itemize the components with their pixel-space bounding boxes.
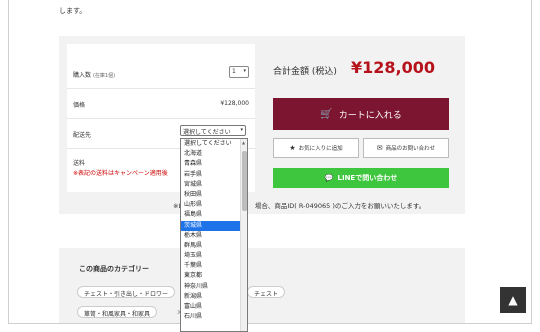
category-title: この商品のカテゴリー xyxy=(79,265,149,273)
dropdown-option[interactable]: 福島県 xyxy=(181,210,241,220)
favorite-label: お気に入りに追加 xyxy=(298,146,343,152)
category-section: この商品のカテゴリー チェスト・引き出し・ドロワー チェスト 箪笥・和風家具・和… xyxy=(59,248,465,323)
dropdown-option[interactable]: 東京都 xyxy=(181,271,241,281)
inquiry-label: 商品のお問い合わせ xyxy=(385,146,436,152)
quantity-value: 1 xyxy=(232,68,236,75)
dropdown-option[interactable]: 山形県 xyxy=(181,200,241,210)
qty-label: 購入数 xyxy=(73,72,92,79)
scroll-up-icon[interactable]: ▲ xyxy=(242,140,245,145)
divider xyxy=(67,118,255,119)
dropdown-option[interactable]: 富山県 xyxy=(181,302,241,312)
chip-label: チェスト xyxy=(254,291,279,298)
chip-label: チェスト・引き出し・ドロワー xyxy=(84,291,169,298)
inquiry-button[interactable]: ✉ 商品のお問い合わせ xyxy=(363,138,449,158)
category-chip[interactable]: チェスト・引き出し・ドロワー xyxy=(77,286,176,298)
dropdown-options: 選択してください 北海道 青森県 岩手県 宮城県 秋田県 山形県 福島県 茨城県 栃木県 群馬県 埼玉… xyxy=(181,139,247,322)
arrow-up-icon: ▲ xyxy=(508,293,518,307)
total-price: ¥128,000 xyxy=(351,58,436,77)
dropdown-option[interactable]: 青森県 xyxy=(181,159,241,169)
divider xyxy=(67,88,255,89)
page-frame: します。 購入数 (在庫1個) 1 ▾ 価格 ¥128,000 配送先 送料 ※… xyxy=(8,0,532,324)
price-row: 価格 ¥128,000 xyxy=(73,100,249,109)
page-top-button[interactable]: ▲ xyxy=(500,287,526,313)
cart-button-label: カートに入れる xyxy=(338,110,402,121)
dropdown-option[interactable]: 栃木県 xyxy=(181,231,241,241)
add-to-cart-button[interactable]: 🛒 カートに入れる xyxy=(273,98,449,130)
shipping-note: ※表記の送料はキャンペーン適用後 xyxy=(73,170,168,177)
destination-select[interactable]: 選択してください ▾ xyxy=(180,125,246,136)
chevron-down-icon: ▾ xyxy=(243,68,246,74)
qty-stock: (在庫1個) xyxy=(92,73,116,79)
add-favorite-button[interactable]: ★ お気に入りに追加 xyxy=(273,138,359,158)
shipping-label: 送料 xyxy=(73,160,86,167)
intro-text: します。 xyxy=(59,7,87,15)
quantity-select[interactable]: 1 ▾ xyxy=(229,66,249,78)
destination-label: 配送先 xyxy=(73,132,92,139)
price-value: ¥128,000 xyxy=(220,100,249,107)
line-chat-icon: 💬 xyxy=(324,174,334,182)
dropdown-option[interactable]: 岩手県 xyxy=(181,170,241,180)
dropdown-scrollbar[interactable]: ▲ xyxy=(240,139,247,331)
dropdown-option[interactable]: 選択してください xyxy=(181,139,241,149)
dropdown-option[interactable]: 宮城県 xyxy=(181,180,241,190)
line-inquiry-button[interactable]: 💬 LINEで問い合わせ xyxy=(273,168,449,188)
star-icon: ★ xyxy=(289,144,296,152)
scrollbar-thumb[interactable] xyxy=(242,151,247,211)
category-chip[interactable]: チェスト xyxy=(247,286,286,298)
category-chip[interactable]: 箪笥・和風家具・和家具 xyxy=(77,306,158,318)
dropdown-option[interactable]: 新潟県 xyxy=(181,292,241,302)
dropdown-option[interactable]: 北海道 xyxy=(181,149,241,159)
chip-label: 箪笥・和風家具・和家具 xyxy=(84,311,151,318)
destination-selected: 選択してください xyxy=(183,129,231,136)
dropdown-option[interactable]: 神奈川県 xyxy=(181,282,241,292)
purchase-box: 購入数 (在庫1個) 1 ▾ 価格 ¥128,000 配送先 送料 ※表記の送料… xyxy=(59,36,465,214)
dropdown-option[interactable]: 茨城県 xyxy=(181,220,241,231)
id-note-text: 場合、商品ID( R-049065 )のご入力をお願いいたします。 xyxy=(254,202,426,210)
price-label: 価格 xyxy=(73,102,86,109)
dropdown-option[interactable]: 埼玉県 xyxy=(181,251,241,261)
line-label: LINEで問い合わせ xyxy=(337,174,398,182)
destination-dropdown-list[interactable]: 選択してください 北海道 青森県 岩手県 宮城県 秋田県 山形県 福島県 茨城県 栃木県 群馬県 埼玉… xyxy=(180,138,248,332)
total-label: 合計金額 (税込) xyxy=(273,67,337,77)
mail-icon: ✉ xyxy=(376,144,383,152)
dropdown-option[interactable]: 石川県 xyxy=(181,312,241,322)
dropdown-option[interactable]: 群馬県 xyxy=(181,241,241,251)
chevron-down-icon: ▾ xyxy=(240,127,243,133)
dropdown-option[interactable]: 千葉県 xyxy=(181,261,241,271)
qty-row: 購入数 (在庫1個) 1 ▾ xyxy=(73,66,249,79)
dropdown-option[interactable]: 秋田県 xyxy=(181,190,241,200)
cart-icon: 🛒 xyxy=(320,108,333,120)
